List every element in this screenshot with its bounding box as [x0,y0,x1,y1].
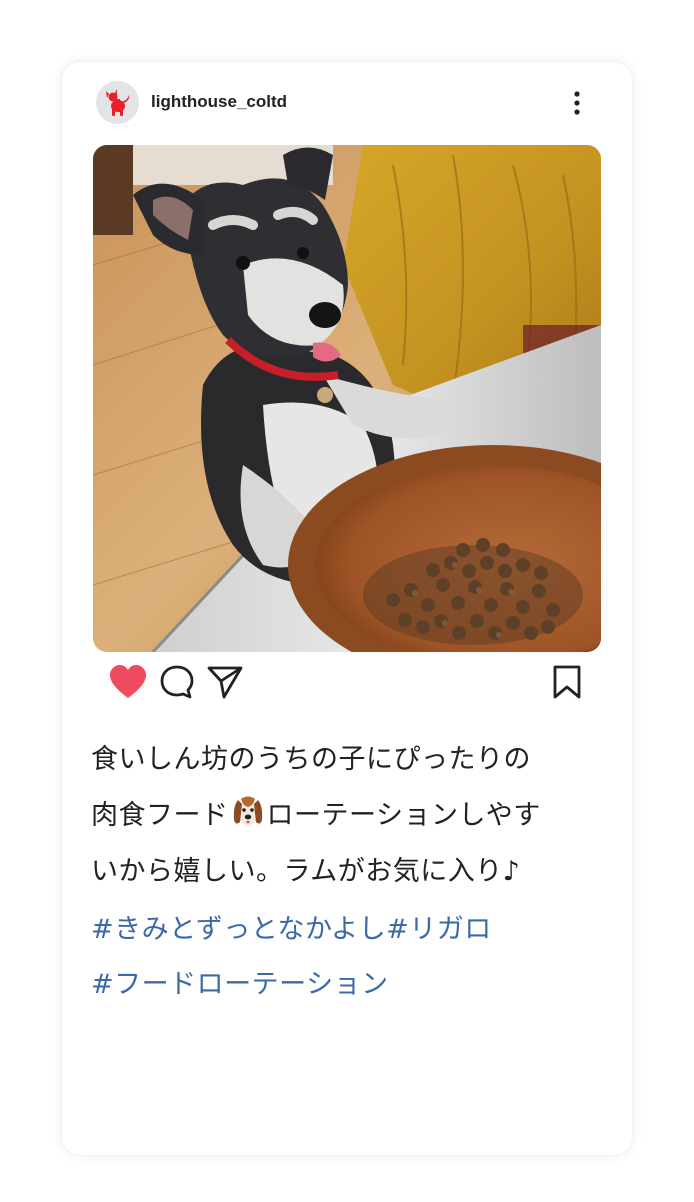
post-caption: 食いしん坊のうちの子にぴったりの 肉食フード ローテーションしやす いから嬉しい… [91,732,611,900]
dog-logo-icon [105,88,129,116]
save-button[interactable] [552,664,582,700]
dog-with-food-bowl-photo [93,145,601,652]
share-button[interactable] [206,664,244,700]
hashtag-link[interactable]: #フードローテーション [91,957,611,1012]
caption-line: いから嬉しい。ラムがお気に入り♪ [91,856,521,887]
comment-icon [160,665,194,699]
like-button[interactable] [108,664,148,700]
avatar[interactable] [96,81,139,124]
dog-face-emoji-icon [233,796,262,825]
bookmark-icon [553,665,581,699]
post-card: lighthouse_coltd 食いしん坊のうちの子にぴったりの 肉食フード … [62,62,632,1155]
caption-line: 肉食フード ローテーションしやす [91,788,611,844]
hashtags: #きみとずっとなかよし#リガロ #フードローテーション [91,902,611,1012]
hashtag-link[interactable]: #きみとずっとなかよし#リガロ [91,902,611,957]
post-header: lighthouse_coltd [62,62,632,144]
caption-text: 肉食フード [91,800,229,831]
heart-icon [110,665,146,698]
comment-button[interactable] [159,664,195,700]
more-options-icon[interactable] [567,89,587,117]
action-bar [62,660,632,708]
caption-text: ローテーションしやす [266,800,541,831]
username[interactable]: lighthouse_coltd [151,92,287,112]
caption-line: 食いしん坊のうちの子にぴったりの [91,744,531,775]
send-icon [207,666,243,699]
post-photo [93,145,601,652]
